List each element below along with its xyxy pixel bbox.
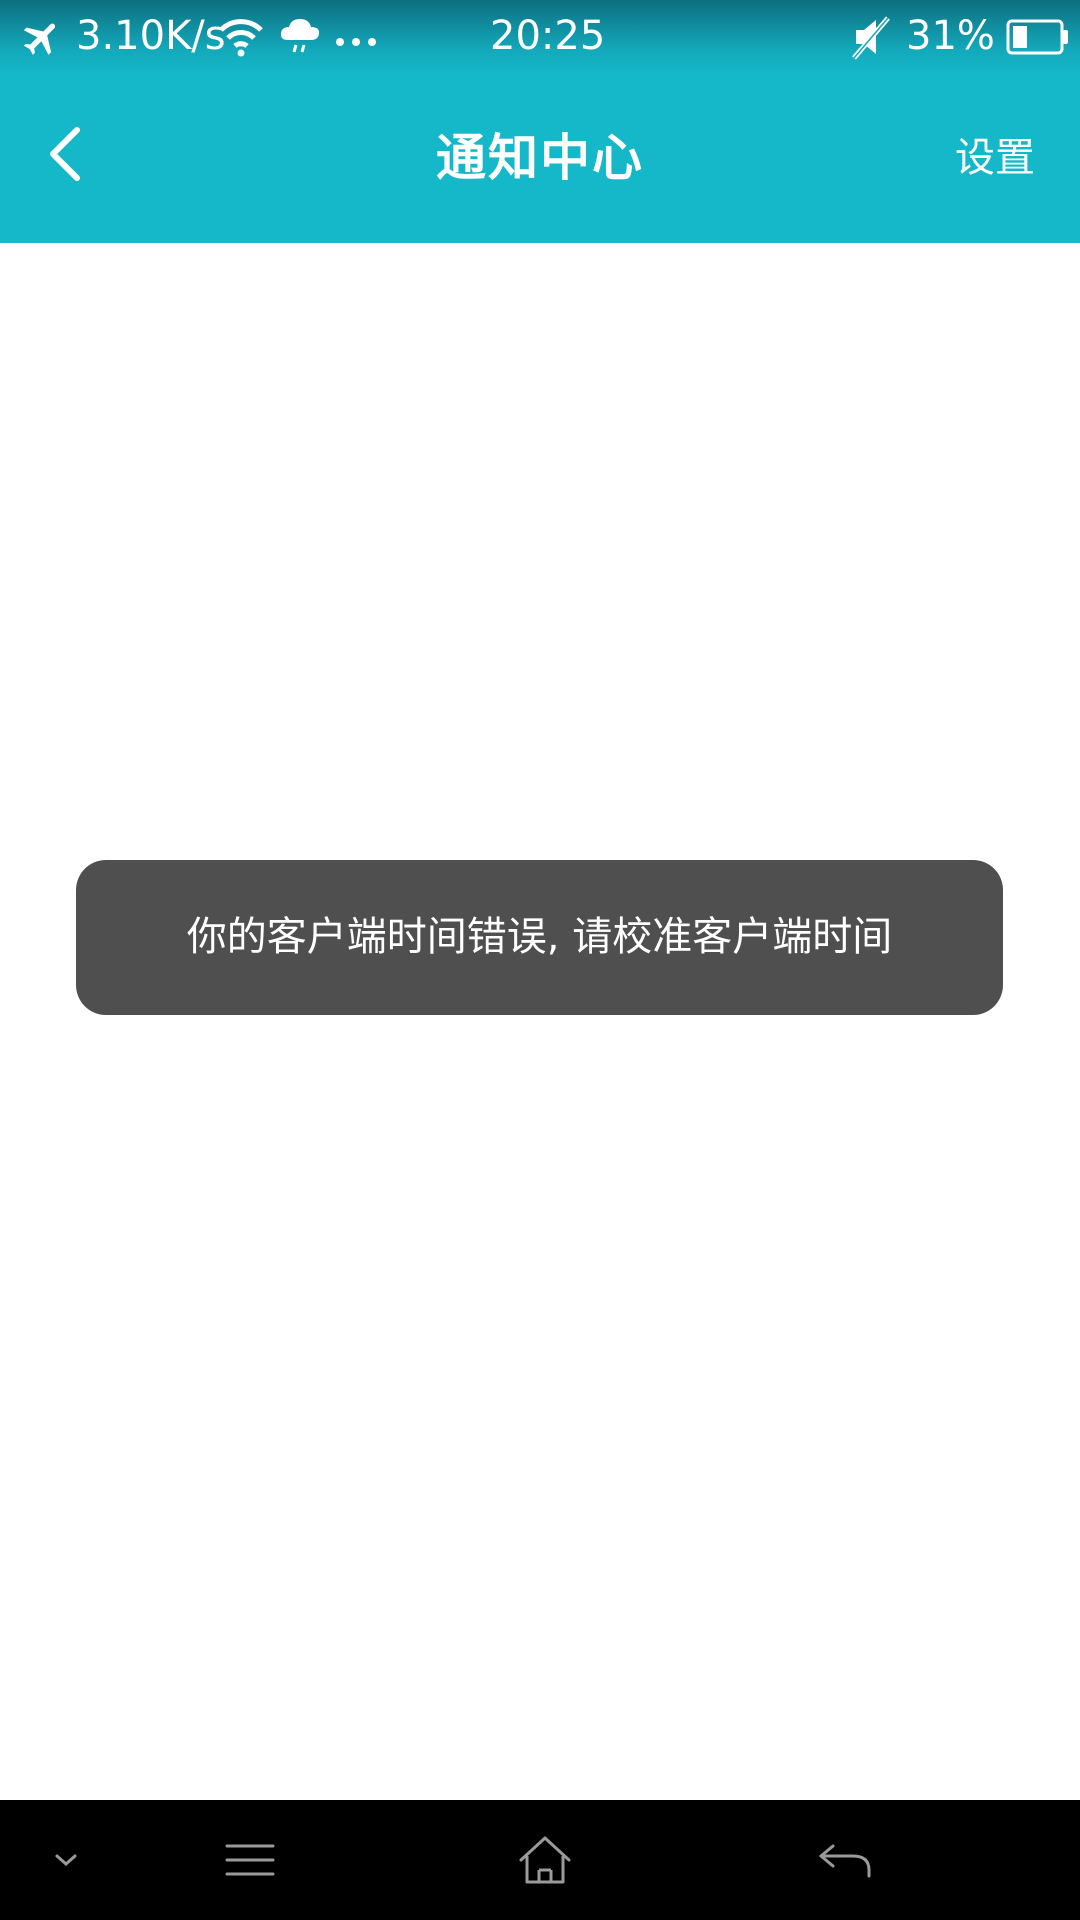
battery-icon: [1006, 18, 1070, 60]
notification-list: [0, 243, 1080, 1800]
wifi-icon: [218, 16, 264, 62]
settings-button[interactable]: 设置: [955, 74, 1035, 243]
app-bar: 通知中心 设置: [0, 74, 1080, 243]
menu-button[interactable]: [210, 1820, 290, 1900]
collapse-button[interactable]: [46, 1820, 86, 1900]
navigation-bar: [0, 1800, 1080, 1920]
screen: 3.10K/s 20:25 31% 通知中心 设置 你的客户端时间错误, 请校准…: [0, 0, 1080, 1920]
home-icon: [519, 1836, 571, 1884]
status-time: 20:25: [490, 13, 606, 59]
battery-percent: 31%: [906, 13, 995, 59]
chevron-left-icon: [50, 127, 80, 181]
toast-message: 你的客户端时间错误, 请校准客户端时间: [76, 860, 1003, 1015]
more-dots-icon: [334, 32, 378, 51]
mute-icon: [852, 14, 892, 64]
weather-rain-icon: [278, 16, 322, 62]
header-background: 3.10K/s 20:25 31% 通知中心 设置: [0, 0, 1080, 243]
back-button[interactable]: [30, 114, 100, 194]
home-button[interactable]: [500, 1820, 590, 1900]
back-icon: [819, 1844, 871, 1878]
battery-fill: [1013, 26, 1027, 48]
status-bar: 3.10K/s 20:25 31%: [0, 0, 1080, 74]
network-speed: 3.10K/s: [76, 13, 226, 59]
menu-icon: [225, 1844, 275, 1876]
page-title: 通知中心: [436, 129, 644, 187]
system-back-button[interactable]: [800, 1820, 890, 1900]
airplane-mode-icon: [20, 16, 64, 64]
collapse-icon: [55, 1854, 77, 1867]
